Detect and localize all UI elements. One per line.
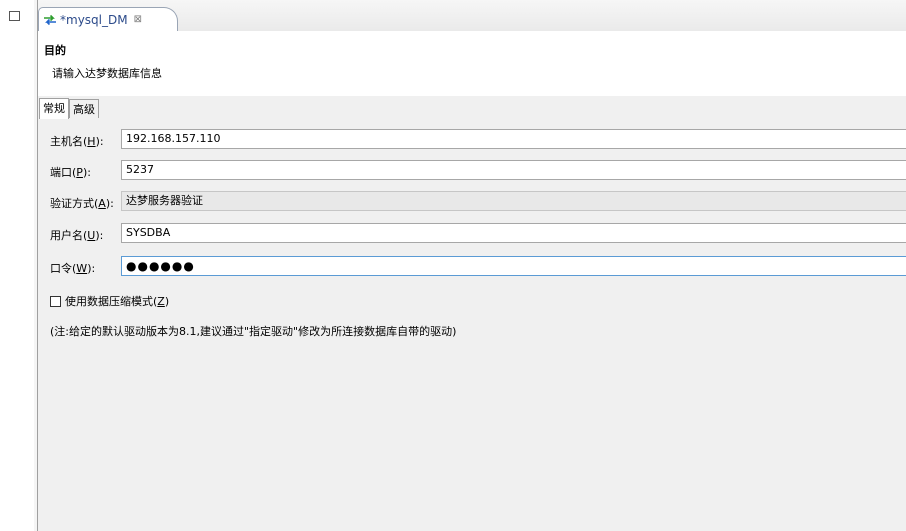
- header-title: 目的: [44, 44, 66, 57]
- editor-tabbar: *mysql_DM ⊠: [38, 0, 906, 32]
- host-label: 主机名(H):: [50, 135, 104, 148]
- close-icon[interactable]: ⊠: [134, 14, 142, 25]
- auth-label: 验证方式(A):: [50, 197, 114, 210]
- tab-general[interactable]: 常规: [39, 98, 69, 119]
- password-row: 口令(W): ●●●●●●: [38, 256, 906, 278]
- editor-area: *mysql_DM ⊠ 目的 请输入达梦数据库信息 常规 高级 主机名(H): …: [37, 0, 906, 531]
- port-input[interactable]: 5237: [121, 160, 906, 180]
- compress-checkbox[interactable]: [50, 295, 61, 307]
- auth-method-field: 达梦服务器验证: [121, 191, 906, 211]
- auth-row: 验证方式(A): 达梦服务器验证: [38, 191, 906, 213]
- editor-tab-title[interactable]: *mysql_DM: [60, 13, 128, 27]
- tab-advanced[interactable]: 高级: [69, 99, 99, 118]
- password-input[interactable]: ●●●●●●: [121, 256, 906, 276]
- password-label: 口令(W):: [50, 262, 96, 275]
- port-row: 端口(P): 5237: [38, 160, 906, 182]
- port-label: 端口(P):: [50, 166, 91, 179]
- username-input[interactable]: SYSDBA: [121, 223, 906, 243]
- editor-tab[interactable]: *mysql_DM ⊠: [38, 7, 178, 31]
- host-row: 主机名(H): 192.168.157.110: [38, 129, 906, 151]
- driver-note: (注:给定的默认驱动版本为8.1,建议通过"指定驱动"修改为所连接数据库自带的驱…: [50, 325, 457, 338]
- host-input[interactable]: 192.168.157.110: [121, 129, 906, 149]
- db-transfer-icon: [44, 14, 56, 25]
- user-row: 用户名(U): SYSDBA: [38, 223, 906, 245]
- user-label: 用户名(U):: [50, 229, 104, 242]
- compress-label[interactable]: 使用数据压缩模式(Z): [65, 293, 169, 309]
- restore-icon[interactable]: [9, 11, 20, 21]
- connection-form: 主机名(H): 192.168.157.110 端口(P): 5237 验证方式…: [38, 118, 906, 531]
- wizard-header: 目的 请输入达梦数据库信息: [38, 31, 906, 97]
- subtab-bar: 常规 高级: [38, 96, 906, 119]
- compress-option[interactable]: 使用数据压缩模式(Z): [50, 293, 169, 309]
- header-description: 请输入达梦数据库信息: [52, 67, 162, 80]
- left-panel: [0, 0, 35, 531]
